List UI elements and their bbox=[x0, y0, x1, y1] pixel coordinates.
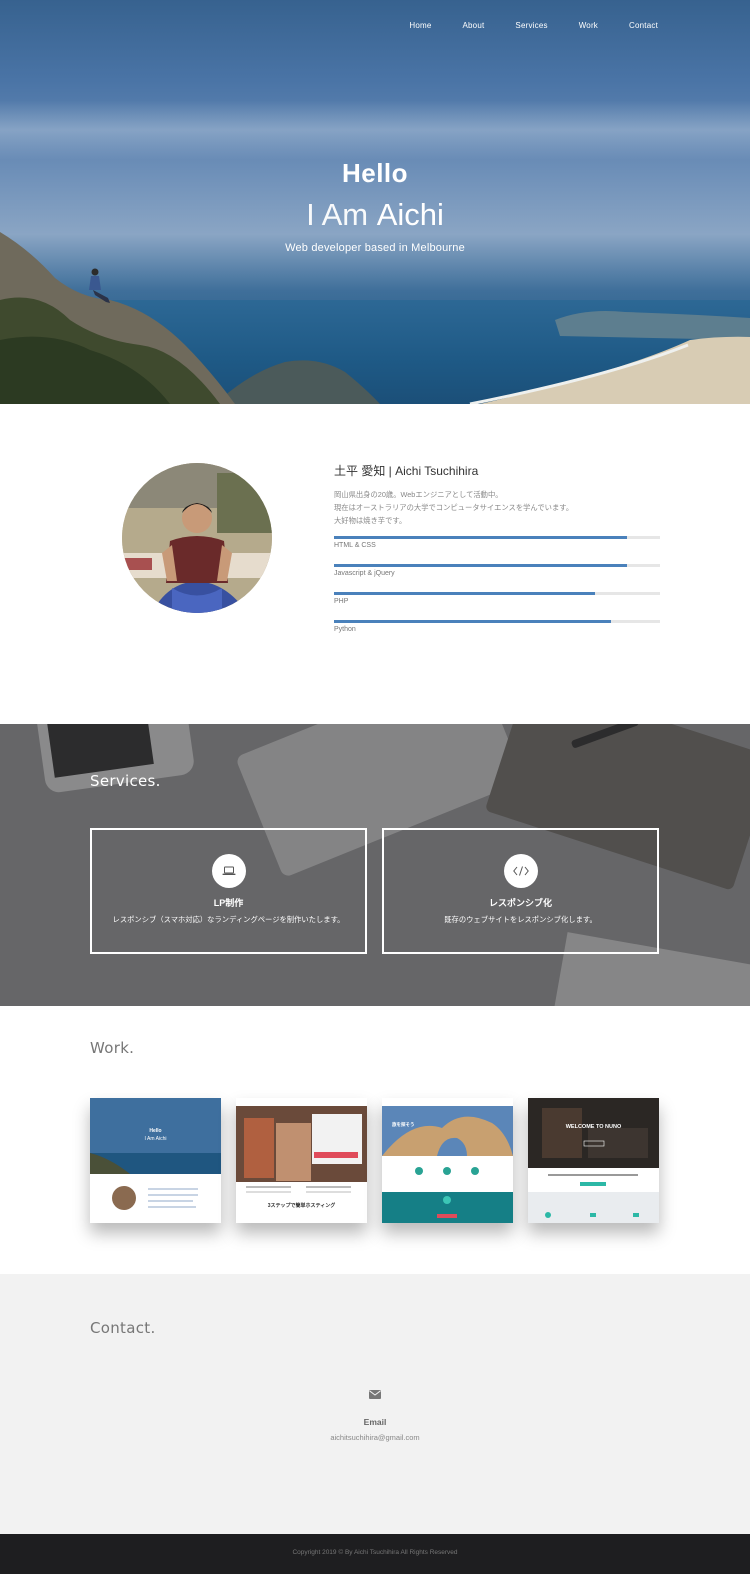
hero-iam-prefix: I Am bbox=[306, 197, 369, 232]
nav-work[interactable]: Work bbox=[579, 21, 598, 30]
services-section: Services. LP制作 レスポンシブ（スマホ対応）なランディングページを制… bbox=[0, 724, 750, 1006]
skill-bar-fill bbox=[334, 620, 612, 623]
work-thumb-nuno[interactable]: WELCOME TO NUNO bbox=[528, 1098, 659, 1223]
services-title: Services. bbox=[90, 772, 161, 790]
skill-bar bbox=[334, 620, 660, 623]
service-desc: 既存のウェブサイトをレスポンシブ化します。 bbox=[444, 915, 597, 924]
thumb-hero-title: Hello bbox=[149, 1128, 162, 1134]
service-card-responsive[interactable]: レスポンシブ化 既存のウェブサイトをレスポンシブ化します。 bbox=[382, 828, 659, 954]
avatar bbox=[122, 463, 272, 613]
code-icon bbox=[503, 854, 538, 888]
nav-services[interactable]: Services bbox=[515, 21, 547, 30]
contact-title: Contact. bbox=[90, 1319, 156, 1337]
skill-html-css: HTML & CSS bbox=[334, 536, 660, 549]
envelope-icon bbox=[369, 1390, 381, 1399]
skill-label: PHP bbox=[334, 598, 349, 605]
skill-bar bbox=[334, 592, 660, 595]
work-thumb-hosting[interactable]: 3ステップで簡単ホスティング bbox=[236, 1098, 367, 1223]
about-description: 岡山県出身の20歳。Webエンジニアとして活動中。 現在はオーストラリアの大学で… bbox=[334, 488, 660, 527]
contact-email-link[interactable]: aichitsuchihira@gmail.com bbox=[0, 1433, 750, 1442]
about-desc-line: 大好物は焼き芋です。 bbox=[334, 516, 407, 525]
about-desc-line: 岡山県出身の20歳。Webエンジニアとして活動中。 bbox=[334, 490, 503, 499]
main-nav: Home About Services Work Contact bbox=[378, 21, 658, 30]
service-desc: レスポンシブ（スマホ対応）なランディングページを制作いたします。 bbox=[112, 915, 345, 924]
footer: Copyright 2019 © By Aichi Tsuchihira All… bbox=[0, 1534, 750, 1574]
skill-bar-fill bbox=[334, 592, 595, 595]
thumb-hero-sub: I Am Aichi bbox=[144, 1136, 167, 1142]
contact-email-label: Email bbox=[363, 1417, 387, 1427]
hero-text: Hello I Am Aichi Web developer based in … bbox=[0, 158, 750, 254]
about-desc-line: 現在はオーストラリアの大学でコンピュータサイエンスを学んでいます。 bbox=[334, 503, 574, 512]
skills-list: HTML & CSS Javascript & jQuery PHP Pytho… bbox=[334, 536, 660, 633]
nav-home[interactable]: Home bbox=[409, 21, 431, 30]
about-name: 土平 愛知 | Aichi Tsuchihira bbox=[334, 464, 479, 478]
hero-hello: Hello bbox=[341, 158, 409, 188]
laptop-icon bbox=[211, 854, 246, 888]
thumb-headline: WELCOME TO NUNO bbox=[565, 1124, 622, 1130]
skill-bar bbox=[334, 536, 660, 539]
skill-label: Javascript & jQuery bbox=[334, 570, 395, 577]
skill-bar-fill bbox=[334, 564, 628, 567]
about-section: 土平 愛知 | Aichi Tsuchihira 岡山県出身の20歳。Webエン… bbox=[0, 404, 750, 724]
thumb-headline: 3ステップで簡単ホスティング bbox=[267, 1203, 336, 1209]
skill-php: PHP bbox=[334, 592, 660, 605]
footer-copyright: Copyright 2019 © By Aichi Tsuchihira All… bbox=[292, 1549, 458, 1556]
hero-subtitle: Web developer based in Melbourne bbox=[285, 242, 465, 254]
work-title: Work. bbox=[90, 1039, 135, 1057]
nav-about[interactable]: About bbox=[463, 21, 485, 30]
work-thumb-portfolio[interactable]: Hello I Am Aichi bbox=[90, 1098, 221, 1223]
hero-heading: I Am Aichi bbox=[0, 197, 750, 233]
skill-python: Python bbox=[334, 620, 660, 633]
about-info: 土平 愛知 | Aichi Tsuchihira 岡山県出身の20歳。Webエン… bbox=[334, 462, 660, 633]
skill-label: Python bbox=[334, 626, 356, 633]
service-title: レスポンシブ化 bbox=[488, 898, 552, 908]
hero-iam-name: Aichi bbox=[376, 197, 444, 232]
thumb-headline: 旅を探そう bbox=[392, 1122, 415, 1127]
skill-javascript: Javascript & jQuery bbox=[334, 564, 660, 577]
nav-contact[interactable]: Contact bbox=[629, 21, 658, 30]
skill-bar bbox=[334, 564, 660, 567]
contact-section: Contact. Email aichitsuchihira@gmail.com bbox=[0, 1274, 750, 1534]
service-card-lp[interactable]: LP制作 レスポンシブ（スマホ対応）なランディングページを制作いたします。 bbox=[90, 828, 367, 954]
hero-section: Home About Services Work Contact Hello I… bbox=[0, 0, 750, 404]
skill-label: HTML & CSS bbox=[334, 542, 376, 549]
skill-bar-fill bbox=[334, 536, 628, 539]
work-section: Work. Hello I Am Aichi 3ステップで簡単ホスティング 旅を… bbox=[0, 1006, 750, 1274]
work-thumb-travel[interactable]: 旅を探そう bbox=[382, 1098, 513, 1223]
service-title: LP制作 bbox=[213, 898, 244, 908]
